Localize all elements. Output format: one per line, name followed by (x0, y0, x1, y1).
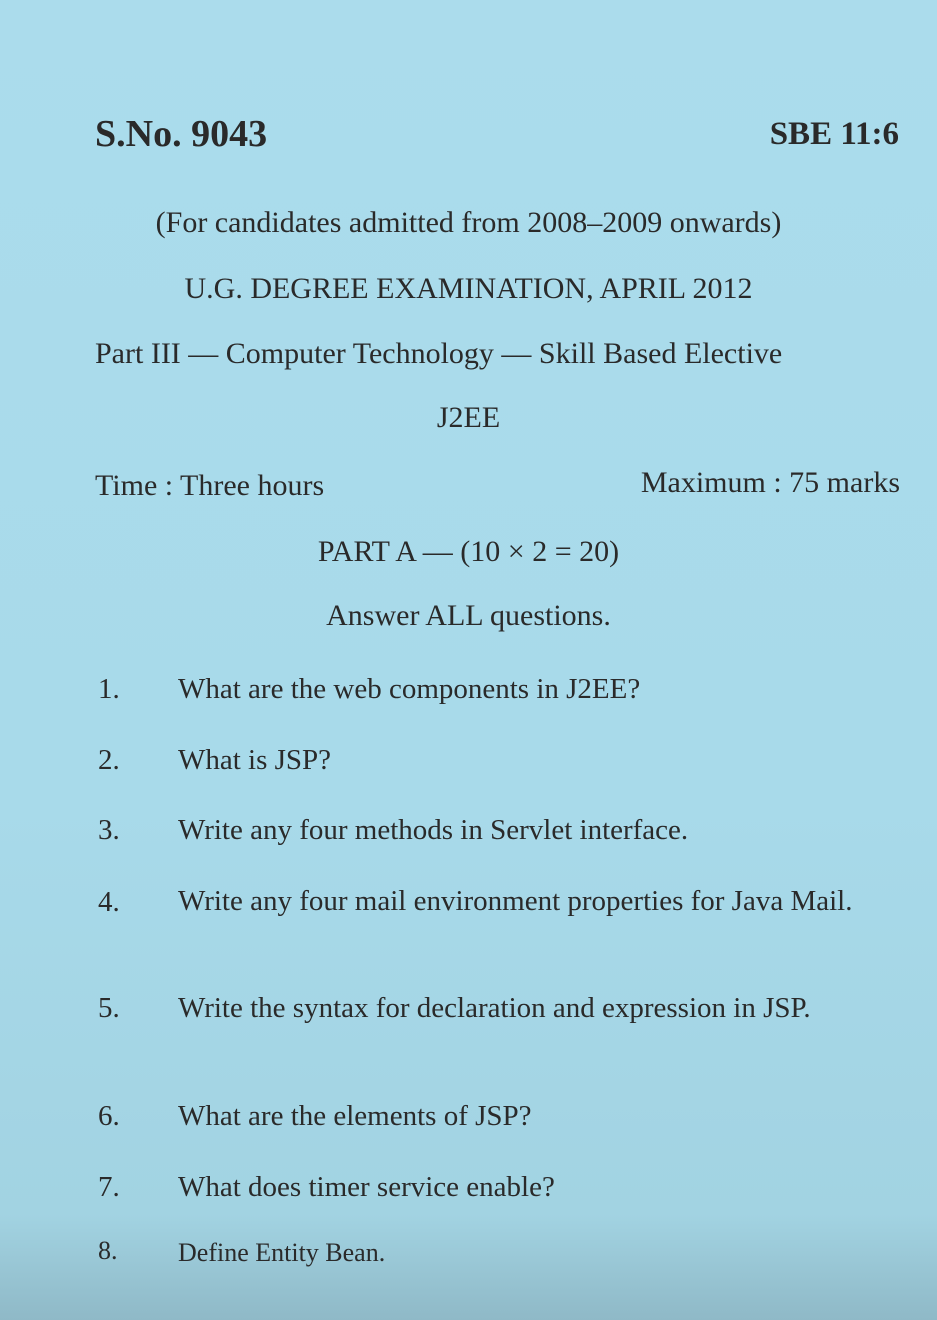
question-number: 4. (98, 886, 120, 918)
course-line: Part III — Computer Technology — Skill B… (95, 337, 783, 370)
eligibility-note: (For candidates admitted from 2008–2009 … (155, 206, 782, 239)
part-a-heading: PART A — (10 × 2 = 20) (317, 535, 620, 568)
maximum-marks: Maximum : 75 marks (640, 466, 900, 499)
question-number: 5. (98, 992, 120, 1024)
exam-duration: Time : Three hours (95, 469, 325, 502)
question-text: Write any four methods in Servlet interf… (178, 814, 689, 846)
question-number: 2. (98, 744, 120, 776)
question-number: 7. (98, 1171, 120, 1203)
question-text: Write the syntax for declaration and exp… (178, 992, 811, 1024)
question-text: Write any four mail environment properti… (178, 885, 853, 917)
serial-number: S.No. 9043 (95, 113, 268, 155)
question-number: 8. (98, 1236, 118, 1265)
subject-code: SBE 11:6 (769, 116, 899, 152)
exam-paper: S.No. 9043 SBE 11:6 (For candidates admi… (0, 0, 937, 1320)
part-a-instruction: Answer ALL questions. (326, 599, 611, 632)
subject-name: J2EE (436, 401, 501, 434)
question-number: 6. (98, 1100, 120, 1132)
question-text: What is JSP? (178, 744, 332, 776)
exam-title: U.G. DEGREE EXAMINATION, APRIL 2012 (184, 272, 753, 305)
question-number: 1. (98, 673, 120, 705)
question-text: What are the elements of JSP? (178, 1100, 532, 1132)
question-text: What does timer service enable? (178, 1171, 555, 1203)
question-text: What are the web components in J2EE? (178, 673, 641, 705)
question-text: Define Entity Bean. (178, 1238, 386, 1267)
question-number: 3. (98, 814, 120, 846)
